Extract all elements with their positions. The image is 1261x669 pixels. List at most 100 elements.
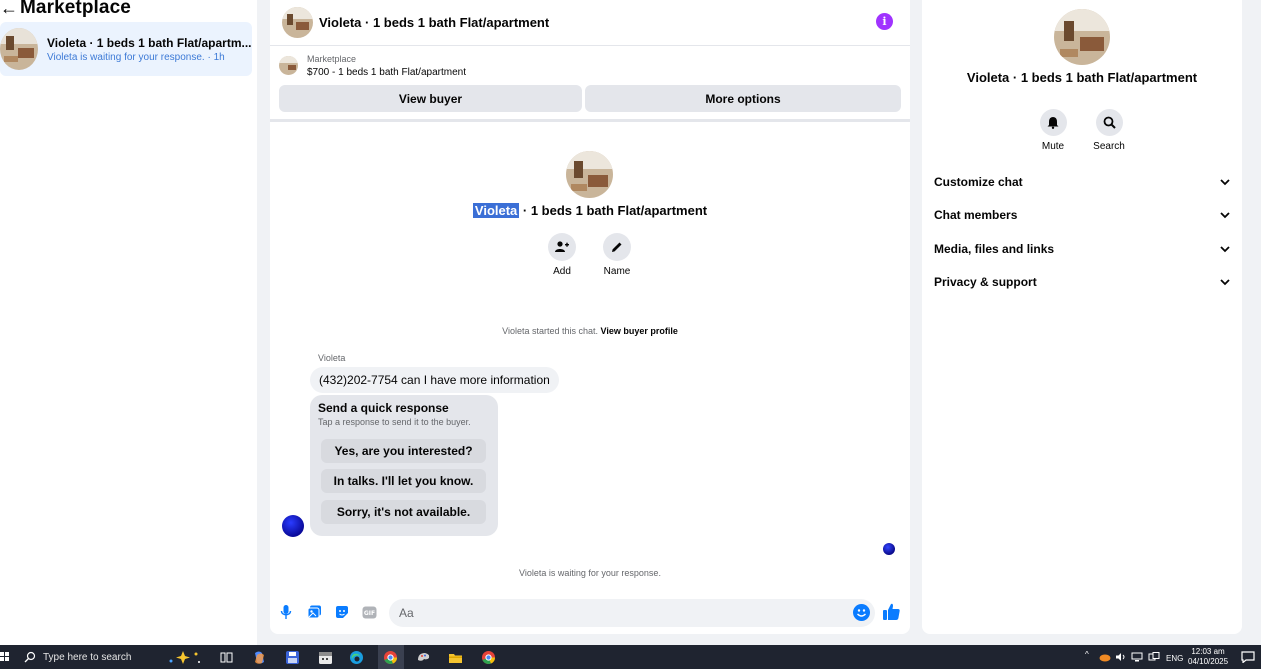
- listing-thumbnail: [0, 28, 38, 70]
- add-people-button[interactable]: Add: [537, 233, 587, 277]
- weather-icon[interactable]: [1099, 653, 1111, 662]
- thumbs-up-icon[interactable]: [882, 602, 902, 622]
- sender-avatar[interactable]: [282, 515, 304, 537]
- customize-chat-row[interactable]: Customize chat: [934, 172, 1230, 192]
- taskbar-clock[interactable]: 12:03 am 04/10/2025: [1188, 647, 1228, 667]
- chat-profile-avatar: [566, 151, 613, 198]
- media-files-links-row[interactable]: Media, files and links: [934, 239, 1230, 259]
- started-text: Violeta started this chat.: [502, 326, 598, 336]
- language-indicator[interactable]: ENG: [1166, 654, 1183, 663]
- back-arrow-icon[interactable]: ←: [0, 0, 20, 18]
- chat-profile-title: Violeta · 1 beds 1 bath Flat/apartment: [270, 203, 910, 218]
- sticker-icon[interactable]: [334, 604, 350, 620]
- chat-title[interactable]: Violeta · 1 beds 1 bath Flat/apartment: [319, 15, 549, 30]
- details-title: Violeta · 1 beds 1 bath Flat/apartment: [966, 70, 1198, 85]
- quick-response-card: Send a quick response Tap a response to …: [310, 395, 498, 536]
- section-label: Customize chat: [934, 175, 1023, 189]
- chat-header: Violeta · 1 beds 1 bath Flat/apartment i: [270, 0, 910, 46]
- search-button[interactable]: Search: [1084, 109, 1134, 152]
- more-options-button[interactable]: More options: [585, 85, 901, 112]
- paint-icon[interactable]: [416, 650, 431, 665]
- bell-icon: [1039, 109, 1067, 136]
- chat-avatar[interactable]: [282, 7, 313, 38]
- chevron-down-icon: [1220, 211, 1230, 218]
- search-icon: [24, 651, 36, 663]
- windows-start-icon[interactable]: [0, 652, 9, 661]
- message-bubble[interactable]: (432)202-7754 can I have more informatio…: [310, 367, 559, 393]
- view-buyer-profile-link[interactable]: View buyer profile: [601, 326, 678, 336]
- conversation-list-panel: ← Marketplace Violeta · 1 beds 1 bath Fl…: [0, 0, 257, 645]
- search-label: Search: [1093, 141, 1125, 152]
- chrome-profile-icon[interactable]: [481, 650, 496, 665]
- quick-response-option[interactable]: Yes, are you interested?: [321, 439, 486, 463]
- chrome-active-tab[interactable]: [378, 645, 404, 669]
- conversation-item[interactable]: Violeta · 1 beds 1 bath Flat/apartm... V…: [0, 22, 252, 76]
- chevron-down-icon: [1220, 245, 1230, 252]
- search-icon: [1095, 109, 1123, 136]
- name-label: Name: [603, 266, 631, 277]
- save-icon[interactable]: [285, 650, 300, 665]
- clock-date: 04/10/2025: [1188, 657, 1229, 666]
- section-label: Privacy & support: [934, 275, 1037, 289]
- taskbar-search-placeholder: Type here to search: [43, 651, 132, 663]
- quick-response-subtitle: Tap a response to send it to the buyer.: [318, 417, 471, 427]
- conversation-subtitle: Violeta is waiting for your response. · …: [47, 51, 225, 63]
- section-label: Media, files and links: [934, 242, 1055, 256]
- view-buyer-button[interactable]: View buyer: [279, 85, 582, 112]
- microphone-icon[interactable]: [278, 604, 294, 620]
- divider: [270, 119, 910, 122]
- copilot-sparkle-icon[interactable]: [163, 650, 203, 665]
- chevron-down-icon: [1220, 278, 1230, 285]
- quick-response-option[interactable]: Sorry, it's not available.: [321, 500, 486, 524]
- name-button[interactable]: Name: [592, 233, 642, 277]
- chrome-icon: [384, 651, 397, 664]
- emoji-icon[interactable]: [853, 604, 870, 621]
- gif-icon[interactable]: GIF: [361, 604, 377, 620]
- marketplace-header: ← Marketplace: [0, 0, 131, 19]
- message-composer: GIF: [270, 596, 910, 628]
- mute-label: Mute: [1041, 141, 1065, 152]
- add-label: Add: [553, 266, 571, 277]
- windows-taskbar: Type here to search ^ ENG 12:03 am 04/10…: [0, 645, 1261, 669]
- chat-details-panel: Violeta · 1 beds 1 bath Flat/apartment M…: [922, 0, 1242, 634]
- info-icon[interactable]: i: [876, 13, 893, 30]
- section-label: Chat members: [934, 208, 1018, 222]
- highlighted-name: Violeta: [472, 203, 520, 218]
- sync-icon[interactable]: [1148, 652, 1160, 662]
- seen-indicator: [883, 543, 895, 555]
- chevron-down-icon: [1220, 178, 1230, 185]
- marketplace-label: Marketplace: [307, 54, 357, 64]
- file-explorer-icon[interactable]: [448, 650, 463, 665]
- notification-icon[interactable]: [1241, 651, 1255, 663]
- waiting-notice: Violeta is waiting for your response.: [519, 568, 661, 578]
- page-title: Marketplace: [20, 0, 131, 18]
- calendar-icon[interactable]: [318, 650, 333, 665]
- listing-thumbnail: [279, 56, 298, 75]
- chat-profile-title-rest: · 1 beds 1 bath Flat/apartment: [519, 203, 708, 218]
- message-input[interactable]: [389, 599, 875, 627]
- privacy-support-row[interactable]: Privacy & support: [934, 272, 1230, 292]
- photo-icon[interactable]: [306, 604, 322, 620]
- listing-summary[interactable]: Marketplace $700 - 1 beds 1 bath Flat/ap…: [279, 54, 466, 78]
- pencil-icon: [603, 233, 631, 261]
- listing-price: $700 - 1 beds 1 bath Flat/apartment: [307, 67, 466, 78]
- details-avatar: [1054, 9, 1110, 65]
- chat-members-row[interactable]: Chat members: [934, 205, 1230, 225]
- volume-icon[interactable]: [1115, 652, 1127, 662]
- taskbar-search[interactable]: Type here to search: [24, 645, 156, 669]
- task-view-icon[interactable]: [219, 650, 234, 665]
- quick-response-option[interactable]: In talks. I'll let you know.: [321, 469, 486, 493]
- copilot-app-icon[interactable]: [252, 650, 267, 665]
- chat-window: Violeta · 1 beds 1 bath Flat/apartment i…: [270, 0, 910, 634]
- network-icon[interactable]: [1131, 652, 1143, 662]
- add-person-icon: [548, 233, 576, 261]
- mute-button[interactable]: Mute: [1028, 109, 1078, 152]
- chat-started-notice: Violeta started this chat. View buyer pr…: [270, 326, 910, 336]
- quick-response-title: Send a quick response: [318, 401, 449, 415]
- conversation-title: Violeta · 1 beds 1 bath Flat/apartm...: [47, 35, 252, 50]
- tray-chevron-icon[interactable]: ^: [1085, 650, 1089, 659]
- clock-time: 12:03 am: [1191, 647, 1225, 656]
- svg-text:GIF: GIF: [363, 610, 374, 617]
- edge-browser-icon[interactable]: [349, 650, 364, 665]
- sender-name: Violeta: [318, 353, 346, 363]
